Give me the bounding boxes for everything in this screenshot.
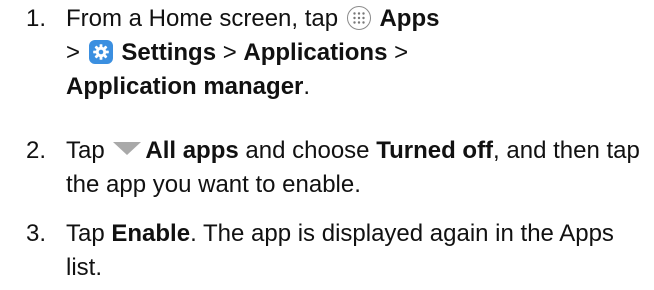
step-text: From a Home screen, tap Apps > Settings … xyxy=(66,2,650,104)
step-2-middle: and choose xyxy=(245,137,370,164)
application-manager-label: Application manager xyxy=(66,73,304,100)
settings-label: Settings xyxy=(121,39,217,66)
apps-label: Apps xyxy=(379,5,440,32)
settings-gear-icon xyxy=(88,40,113,64)
period: . xyxy=(303,73,311,100)
step-text: Tap All apps and choose Turned off, and … xyxy=(66,134,650,202)
separator: > xyxy=(66,39,81,66)
apps-grid-icon xyxy=(346,6,371,30)
step-1-intro: From a Home screen, tap xyxy=(66,5,339,32)
step-2-intro: Tap xyxy=(66,137,105,164)
dropdown-triangle-icon xyxy=(113,142,142,155)
separator: > xyxy=(394,39,409,66)
applications-label: Applications xyxy=(243,39,388,66)
all-apps-label: All apps xyxy=(145,137,239,164)
separator: > xyxy=(222,39,237,66)
instruction-steps: 1. From a Home screen, tap Apps > Settin… xyxy=(0,0,654,290)
step-number: 2. xyxy=(26,137,47,164)
step-number: 3. xyxy=(26,220,47,247)
step-number: 1. xyxy=(26,5,47,32)
turned-off-label: Turned off xyxy=(376,137,494,164)
enable-label: Enable xyxy=(111,220,191,247)
step-3-intro: Tap xyxy=(66,220,105,247)
step-text: Tap Enable. The app is displayed again i… xyxy=(66,217,650,285)
